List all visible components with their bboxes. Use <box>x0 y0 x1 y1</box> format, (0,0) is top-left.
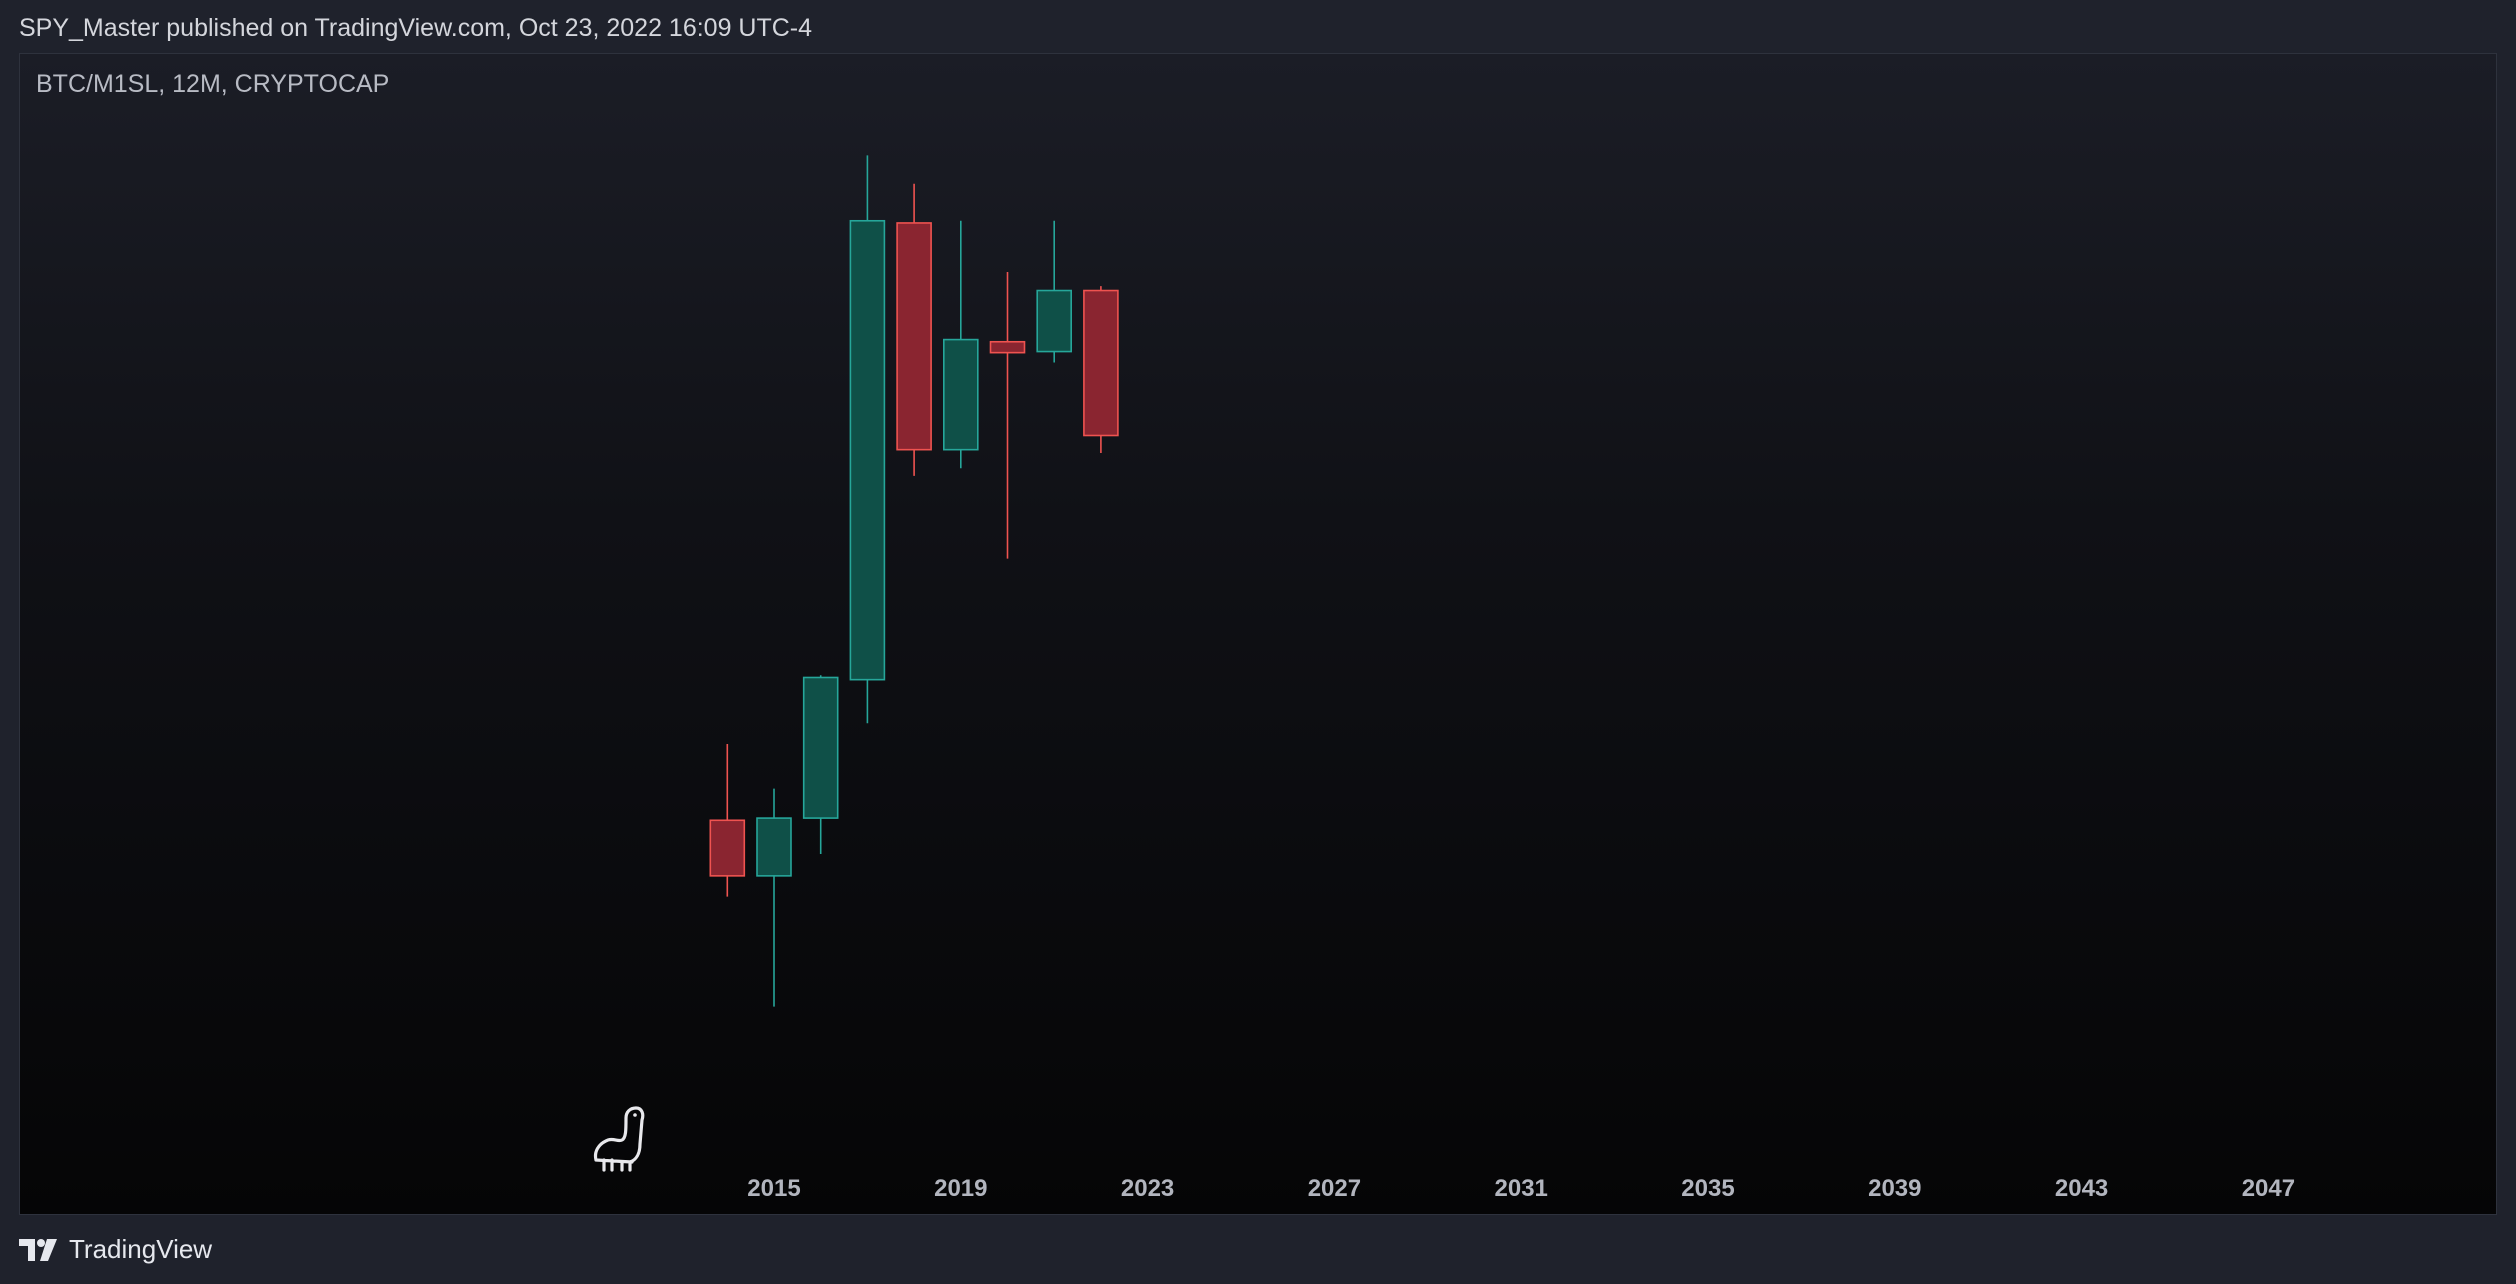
x-tick-label: 2027 <box>1308 1175 1361 1202</box>
candle-body <box>802 676 839 819</box>
candle-body <box>756 817 792 877</box>
candle-2019[interactable] <box>942 220 979 469</box>
chart-pane[interactable]: BTC/M1SL, 12M, CRYPTOCAP 2015 2019 2023 202… <box>19 53 2497 1215</box>
candle-body <box>942 338 979 451</box>
candlestick-chart[interactable]: 2015 2019 2023 2027 2031 2035 2039 2043 2047 <box>20 54 2496 1214</box>
x-tick-label: 2043 <box>2055 1175 2108 1202</box>
x-tick-label: 2019 <box>934 1175 987 1202</box>
tradingview-logo-icon[interactable] <box>19 1238 59 1261</box>
candle-2015[interactable] <box>756 788 792 1007</box>
candle-body <box>989 340 1026 354</box>
candle-2016[interactable] <box>802 675 839 855</box>
x-tick-label: 2023 <box>1121 1175 1174 1202</box>
candle-2021[interactable] <box>1036 220 1073 363</box>
candle-body <box>709 819 746 877</box>
footer: TradingView <box>19 1234 212 1265</box>
candles-layer <box>709 155 1119 1007</box>
candle-2020[interactable] <box>989 272 1026 559</box>
publisher-line: SPY_Master published on TradingView.com,… <box>19 14 813 42</box>
dinosaur-icon <box>593 1106 645 1172</box>
candle-2014[interactable] <box>709 743 746 897</box>
candle-body <box>1036 289 1073 353</box>
x-tick-label: 2039 <box>1868 1175 1921 1202</box>
x-tick-label: 2015 <box>747 1175 800 1202</box>
candle-body <box>849 219 886 681</box>
x-tick-label: 2035 <box>1681 1175 1734 1202</box>
x-axis: 2015 2019 2023 2027 2031 2035 2039 2043 2047 <box>747 1175 2295 1202</box>
candle-2017[interactable] <box>849 155 886 724</box>
candle-body <box>1083 289 1119 437</box>
x-tick-label: 2047 <box>2242 1175 2295 1202</box>
x-tick-label: 2031 <box>1495 1175 1548 1202</box>
candle-2022[interactable] <box>1083 286 1119 453</box>
candle-body <box>896 222 932 451</box>
brand-name[interactable]: TradingView <box>69 1234 212 1265</box>
candle-2018[interactable] <box>896 183 932 476</box>
